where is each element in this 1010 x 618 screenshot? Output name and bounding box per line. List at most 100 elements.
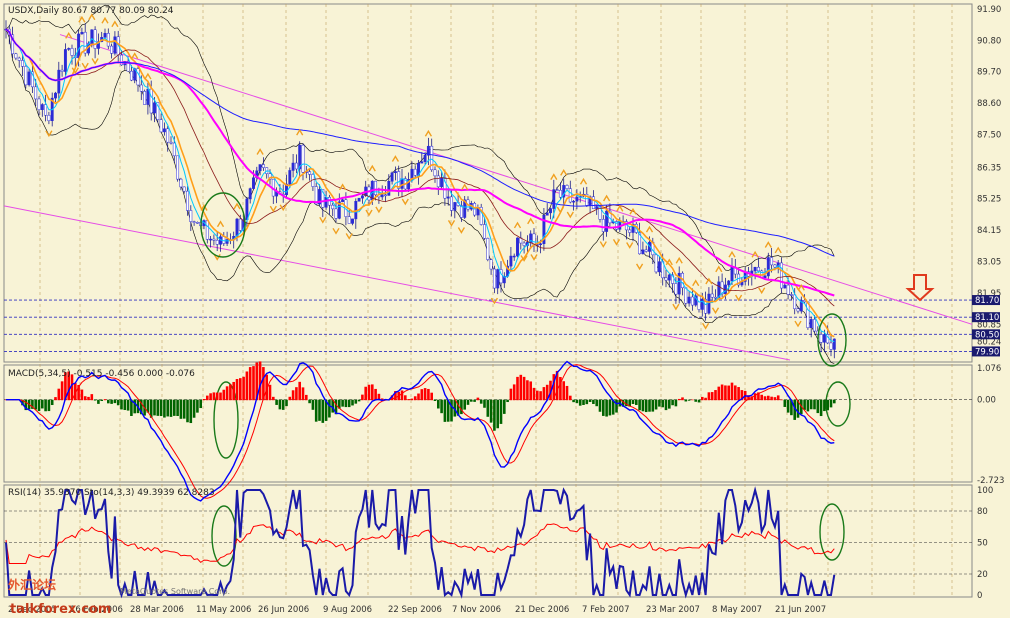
macd-histogram-bar [651, 399, 655, 412]
candle-body [601, 219, 605, 232]
candle-body [420, 161, 424, 164]
price-panel [3, 3, 973, 363]
macd-histogram-bar [80, 389, 84, 401]
candle-body [727, 280, 731, 286]
macd-histogram-bar [582, 399, 585, 405]
macd-histogram-bar [413, 396, 417, 401]
candle-body [822, 334, 826, 343]
candle-body [433, 169, 437, 177]
macd-histogram-bar [57, 388, 61, 401]
macd-histogram-bar [93, 399, 97, 401]
macd-histogram-bar [400, 390, 404, 401]
macd-histogram-bar [169, 399, 173, 417]
macd-histogram-bar [110, 399, 113, 404]
macd-histogram-bar [473, 399, 476, 402]
macd-histogram-bar [100, 399, 103, 402]
candle-body [63, 49, 67, 72]
macd-histogram-bar [608, 399, 612, 416]
macd-histogram-bar [542, 387, 546, 401]
macd-histogram-bar [536, 390, 539, 401]
candle-body [664, 277, 668, 281]
candle-body [789, 294, 793, 296]
macd-histogram-bar [668, 399, 671, 409]
candle-body [136, 68, 140, 86]
macd-histogram-bar [113, 399, 117, 404]
candle-body [27, 71, 31, 86]
macd-histogram-bar [410, 398, 414, 401]
macd-histogram-bar [83, 396, 87, 401]
macd-histogram-bar [268, 384, 272, 401]
level-label: 79.90 [975, 347, 999, 357]
macd-histogram-bar [258, 361, 262, 401]
macd-histogram-bar [516, 376, 519, 401]
candle-body [690, 296, 694, 306]
macd-histogram-bar [41, 399, 44, 409]
candle-body [14, 53, 18, 59]
macd-tick-label: 1.076 [977, 364, 1001, 374]
candle-body [492, 268, 496, 289]
macd-histogram-bar [833, 399, 836, 404]
macd-histogram-bar [305, 394, 308, 401]
macd-histogram-bar [50, 399, 54, 406]
candle-body [483, 224, 486, 239]
candle-body [793, 294, 797, 310]
macd-histogram-bar [192, 399, 196, 418]
macd-histogram-bar [734, 385, 737, 401]
candle-body [766, 257, 770, 277]
macd-histogram-bar [661, 399, 664, 408]
macd-histogram-bar [314, 399, 318, 422]
macd-histogram-bar [578, 399, 582, 406]
candle-body [440, 177, 444, 188]
macd-histogram-bar [717, 386, 721, 401]
candle-body [565, 185, 569, 189]
candle-body [90, 29, 94, 45]
candle-body [93, 29, 97, 49]
macd-histogram-bar [658, 399, 661, 407]
macd-histogram-bar [724, 385, 727, 401]
candle-body [324, 196, 328, 208]
date-axis: 2 Dec 2005 16 Feb 2006 28 Mar 2006 11 May 2… [8, 605, 826, 615]
macd-histogram-bar [166, 399, 169, 417]
price-tick-label: 86.35 [977, 163, 1001, 173]
candle-body [110, 45, 114, 54]
price-tick-label: 90.80 [977, 36, 1001, 46]
candle-body [786, 284, 790, 295]
candle-body [357, 197, 361, 202]
macd-histogram-bar [371, 384, 374, 401]
macd-histogram-bar [272, 396, 275, 401]
candle-body [24, 66, 28, 86]
macd-histogram-bar [654, 399, 658, 410]
macd-histogram-bar [215, 392, 219, 401]
macd-histogram-bar [562, 381, 565, 401]
candle-body [351, 218, 354, 224]
macd-tick-label: 0.00 [977, 396, 996, 406]
candle-body [780, 262, 783, 289]
macd-histogram-bar [575, 399, 579, 404]
macd-histogram-bar [602, 399, 605, 416]
macd-histogram-bar [321, 399, 325, 423]
osc-panel-title: RSI(14) 35.9370 Sto(14,3,3) 49.3939 62.8… [8, 488, 215, 498]
macd-histogram-bar [404, 395, 407, 401]
price-tick-label: 85.25 [977, 195, 1001, 205]
macd-histogram-bar [710, 392, 714, 401]
macd-histogram-bar [232, 381, 235, 401]
candle-body [44, 104, 48, 116]
macd-histogram-bar [512, 384, 516, 401]
price-tick-label: 83.05 [977, 258, 1001, 268]
macd-histogram-bar [730, 382, 734, 401]
candle-body [687, 296, 691, 304]
macd-histogram-bar [189, 399, 193, 424]
candle-body [205, 220, 209, 240]
date-tick-label: 21 Dec 2006 [515, 605, 569, 615]
macd-histogram-bar [595, 399, 598, 407]
macd-histogram-bar [103, 399, 107, 401]
candle-body [459, 205, 463, 218]
date-tick-label: 7 Nov 2006 [452, 605, 501, 615]
macd-histogram-bar [239, 378, 242, 401]
macd-histogram-bar [420, 389, 424, 401]
macd-histogram-bar [47, 399, 51, 412]
candle-body [238, 218, 242, 231]
candle-body [628, 229, 632, 233]
candle-body [70, 48, 74, 56]
macd-histogram-bar [641, 399, 645, 412]
